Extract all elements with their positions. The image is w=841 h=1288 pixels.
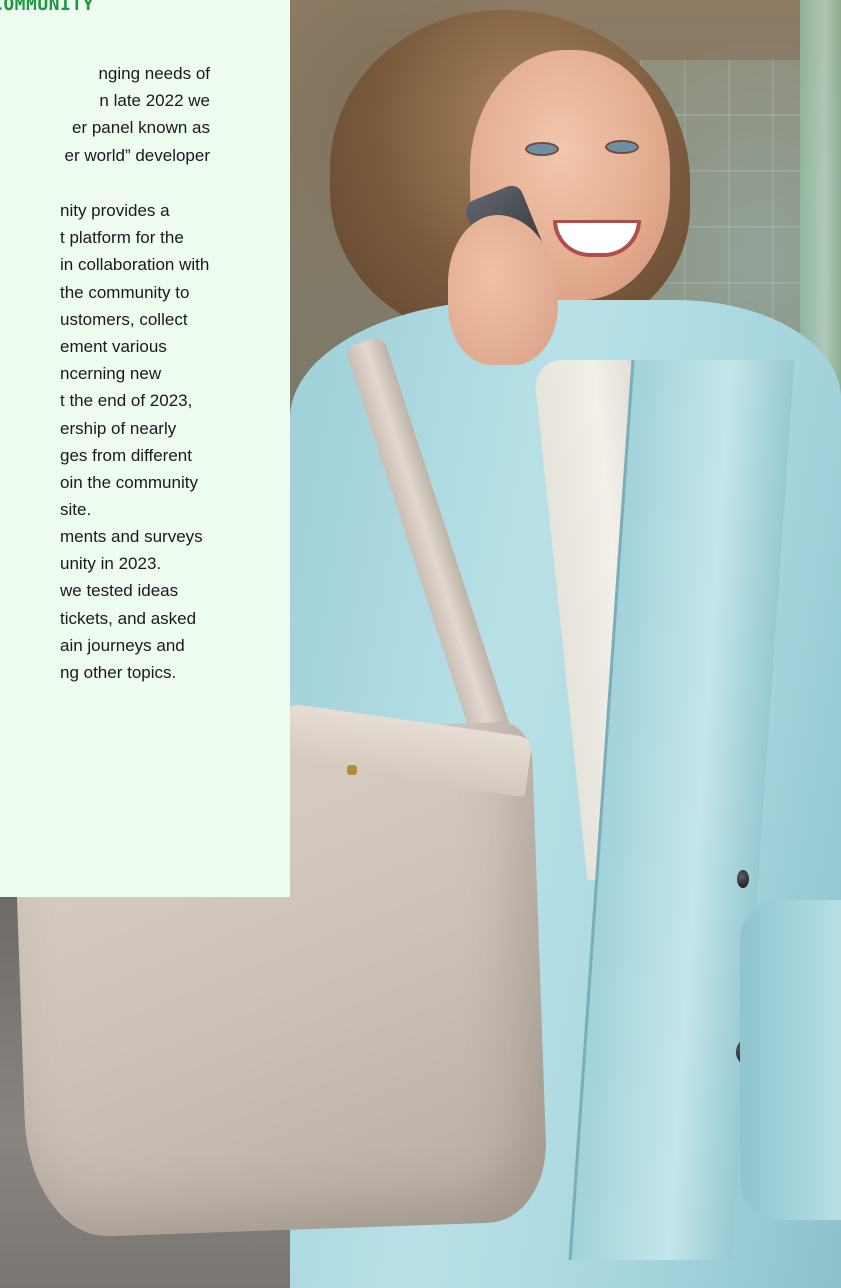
paragraph-line: tickets, and asked xyxy=(60,608,197,628)
paragraph-1: nging needs of n late 2022 we er panel k… xyxy=(0,60,290,169)
paragraph-line: site. xyxy=(60,500,92,520)
paragraph-line: ncerning new xyxy=(60,364,162,384)
paragraph-line: er panel known as xyxy=(72,118,210,138)
paragraph-line: ges from different xyxy=(60,445,192,465)
paragraph-line: in collaboration with xyxy=(60,255,210,275)
paragraph-line: the community to xyxy=(60,282,190,302)
paragraph-line: t the end of 2023, xyxy=(60,391,193,411)
paragraph-line: ustomers, collect xyxy=(60,309,188,329)
paragraph-line: ng other topics. xyxy=(60,663,177,683)
paragraph-line: er world” developer xyxy=(64,145,210,165)
paragraph-line: ement various xyxy=(60,337,167,357)
paragraph-line: ments and surveys xyxy=(60,527,203,546)
paragraph-line: oin the community xyxy=(60,473,198,493)
paragraph-line: nging needs of xyxy=(98,64,210,83)
paragraph-line: we tested ideas xyxy=(60,581,179,601)
paragraph-line: unity in 2023. xyxy=(60,554,162,574)
section-heading: COMMUNITY xyxy=(0,0,95,15)
text-panel: COMMUNITY nging needs of n late 2022 we … xyxy=(0,0,290,897)
paragraph-line: nity provides a xyxy=(60,201,170,220)
paragraph-2: nity provides a t platform for the in co… xyxy=(0,197,290,523)
paragraph-line: ain journeys and xyxy=(60,635,185,655)
paragraph-line: t platform for the xyxy=(60,228,184,248)
paragraph-line: n late 2022 we xyxy=(99,91,210,111)
eye xyxy=(605,140,639,154)
paragraph-line: ership of nearly xyxy=(60,418,177,438)
coat-sleeve xyxy=(740,900,841,1220)
paragraph-3: ments and surveys unity in 2023. we test… xyxy=(0,523,290,686)
coat-button xyxy=(737,870,749,888)
handbag-clasp xyxy=(347,765,357,775)
eye xyxy=(525,142,559,156)
